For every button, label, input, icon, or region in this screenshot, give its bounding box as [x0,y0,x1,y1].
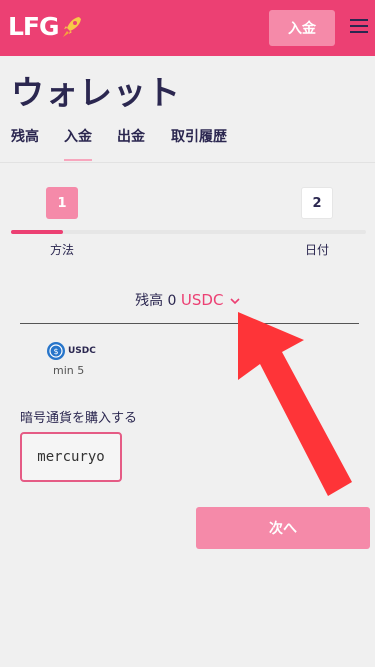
mercuryo-logo-text: mercuryo [37,449,105,465]
mercuryo-provider-button[interactable]: mercuryo [20,432,122,482]
stepper-track [11,230,366,234]
tab-deposit[interactable]: 入金 [64,126,92,146]
hamburger-menu-icon[interactable] [350,19,368,35]
rocket-icon [62,16,81,37]
svg-text:$: $ [53,347,58,356]
step-1-label: 方法 [50,243,75,257]
step-2-badge[interactable]: 2 [301,187,333,219]
tab-withdraw[interactable]: 出金 [117,126,145,146]
coin-name[interactable]: USDC [68,346,96,356]
logo-text: LFG [8,12,60,41]
stepper-progress [11,230,63,234]
wallet-tabs: 残高 入金 出金 取引履歴 [0,126,375,162]
buy-crypto-title: 暗号通貨を購入する [20,411,138,426]
tab-history[interactable]: 取引履歴 [171,126,227,146]
step-1-badge[interactable]: 1 [46,187,78,219]
balance-amount: 0 [167,293,177,309]
coin-minimum: min 5 [53,364,85,377]
active-tab-indicator [64,159,92,161]
app-header: LFG 入金 [0,0,375,56]
annotation-arrow-icon [238,312,352,496]
logo[interactable]: LFG [8,12,83,41]
tabs-divider [0,162,375,163]
usdc-coin-icon[interactable]: $ [47,342,65,360]
header-deposit-button[interactable]: 入金 [269,10,335,46]
selector-underline [20,323,359,324]
page-title: ウォレット [11,73,181,112]
balance-label: 残高 [135,293,164,309]
currency-selector[interactable]: 残高 0 USDC [0,290,375,310]
next-button[interactable]: 次へ [196,507,370,549]
currency-selected[interactable]: USDC [181,291,224,309]
step-2-label: 日付 [305,243,330,257]
chevron-down-icon[interactable] [230,297,240,305]
tab-balance[interactable]: 残高 [11,126,39,146]
